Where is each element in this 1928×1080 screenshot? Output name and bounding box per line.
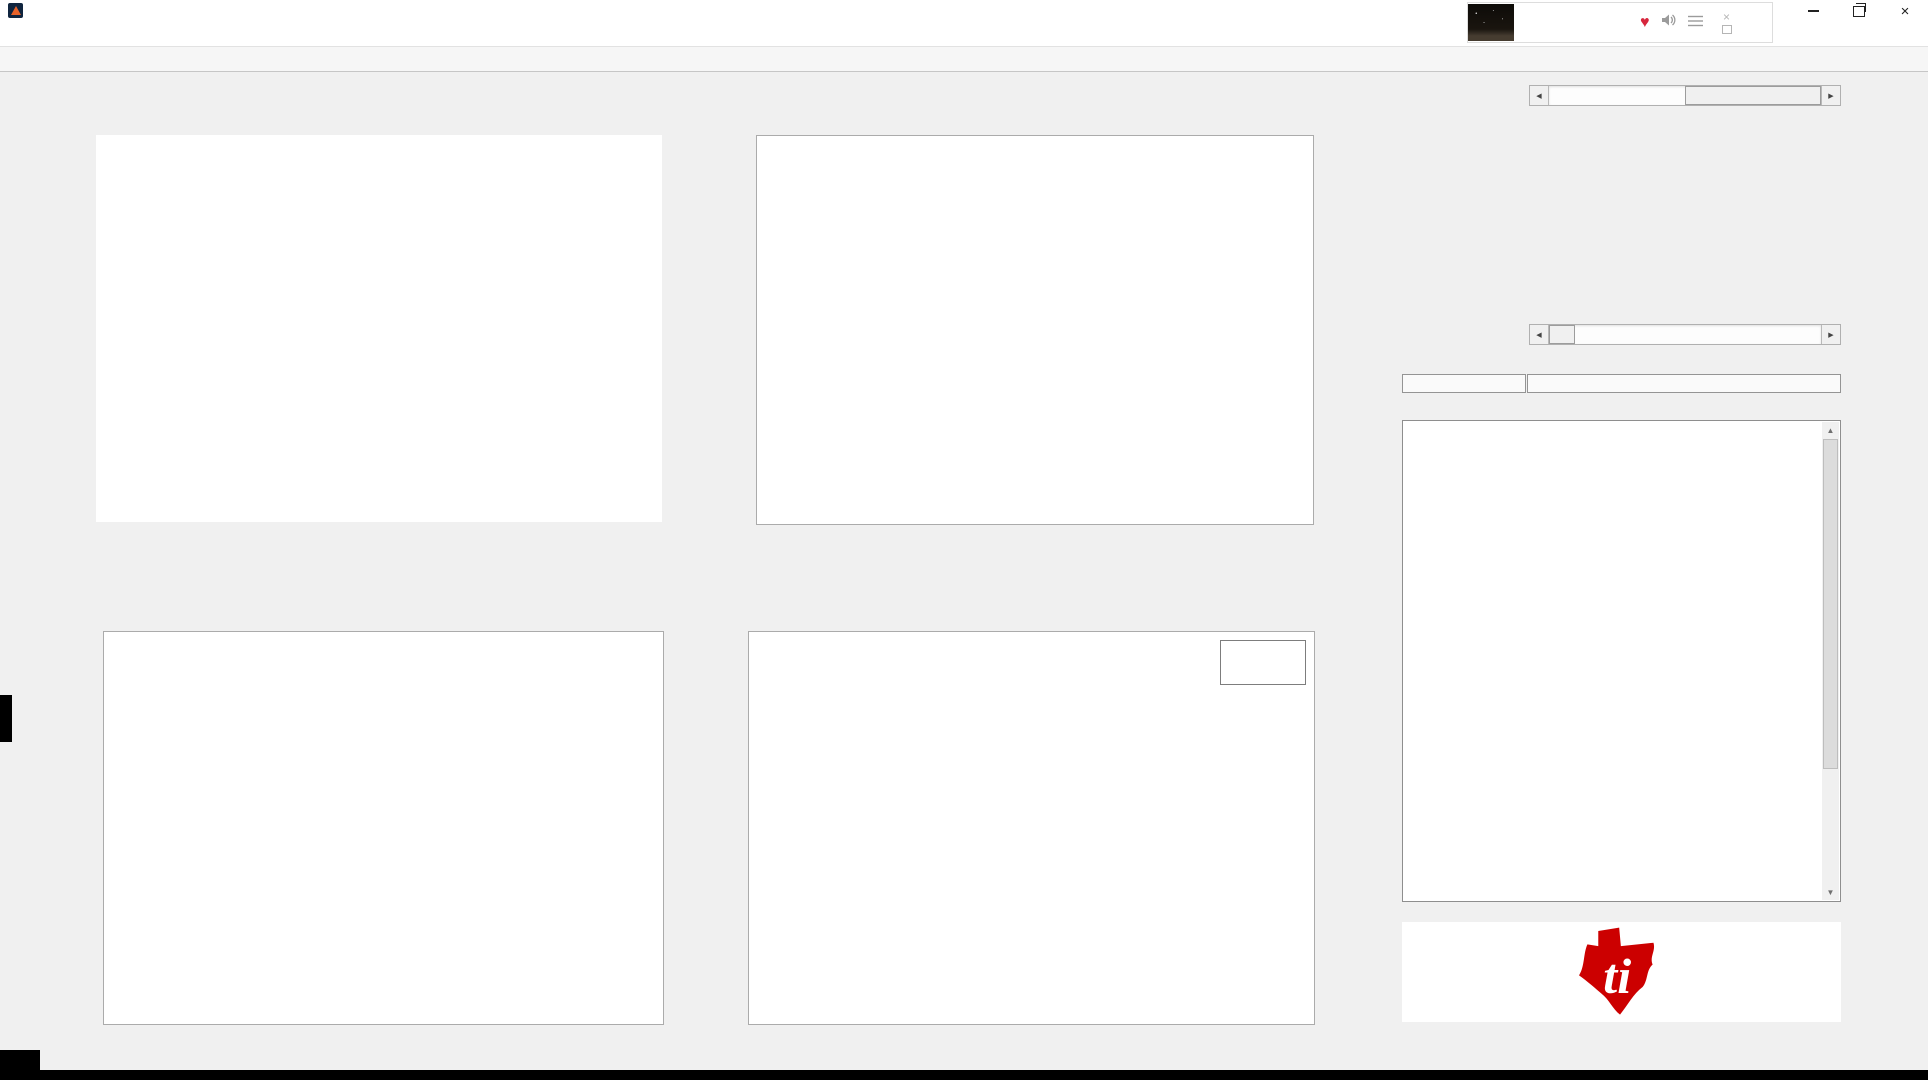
close-icon: × — [1901, 4, 1910, 19]
maximize-button[interactable] — [1836, 0, 1882, 22]
desktop-strip-left — [0, 695, 12, 742]
radarstudio-window: × ♥ × — [0, 0, 1928, 1080]
playlist-icon[interactable] — [1688, 14, 1703, 32]
chirp-slider-left-arrow[interactable]: ◀ — [1530, 325, 1549, 344]
scroll-down-arrow[interactable]: ▼ — [1822, 884, 1839, 900]
fft1d-line-canvas[interactable] — [104, 632, 663, 1024]
player-window-controls: × — [1722, 12, 1732, 34]
restore-icon — [1853, 6, 1865, 17]
ti-red-mark: ti — [1569, 926, 1661, 1018]
play-button[interactable] — [1402, 374, 1526, 393]
minimize-icon — [1808, 10, 1819, 12]
minimize-button[interactable] — [1790, 0, 1836, 22]
frame-slider-right-arrow[interactable]: ▶ — [1821, 86, 1840, 105]
texas-instruments-logo: ti — [1402, 922, 1841, 1022]
frame-slider[interactable]: ◀ ▶ — [1529, 85, 1841, 106]
frame-slider-track[interactable] — [1549, 86, 1821, 105]
taskbar-strip — [0, 1070, 1928, 1080]
scroll-up-arrow[interactable]: ▲ — [1822, 422, 1839, 438]
fft2d-heatmap-canvas[interactable] — [96, 135, 662, 522]
app-icon — [8, 3, 23, 18]
toolbar — [0, 46, 1928, 72]
frame-slider-thumb[interactable] — [1685, 86, 1821, 105]
chirp-slider[interactable]: ◀ ▶ — [1529, 324, 1841, 345]
album-art[interactable] — [1468, 4, 1514, 41]
svg-text:ti: ti — [1603, 948, 1631, 1004]
detection-scatter-canvas[interactable] — [757, 136, 1313, 524]
chirp-slider-track[interactable] — [1549, 325, 1821, 344]
time-domain-canvas[interactable] — [749, 632, 1314, 1024]
player-controls: ♥ × — [1640, 12, 1732, 34]
table-scrollbar[interactable]: ▲ ▼ — [1822, 422, 1839, 900]
plot-time-domain[interactable] — [748, 631, 1315, 1025]
music-player-overlay: ♥ × — [1467, 2, 1773, 43]
time-domain-legend[interactable] — [1220, 640, 1306, 685]
parameters-table: ▲ ▼ — [1402, 420, 1841, 902]
plot-detection[interactable] — [756, 135, 1314, 525]
player-close-icon[interactable]: × — [1723, 12, 1730, 22]
favorite-heart-icon[interactable]: ♥ — [1640, 14, 1650, 32]
chirp-slider-right-arrow[interactable]: ▶ — [1821, 325, 1840, 344]
plot-2d-fft[interactable] — [96, 135, 662, 522]
plot-1d-fft[interactable] — [103, 631, 664, 1025]
scrollbar-thumb[interactable] — [1823, 439, 1838, 769]
speaker-icon[interactable] — [1661, 13, 1677, 32]
close-button[interactable]: × — [1882, 0, 1928, 22]
window-controls: × — [1790, 0, 1928, 22]
player-restore-icon[interactable] — [1722, 25, 1732, 34]
frame-slider-left-arrow[interactable]: ◀ — [1530, 86, 1549, 105]
miscellaneous-options-button[interactable] — [1527, 374, 1841, 393]
chirp-slider-thumb[interactable] — [1549, 325, 1575, 344]
